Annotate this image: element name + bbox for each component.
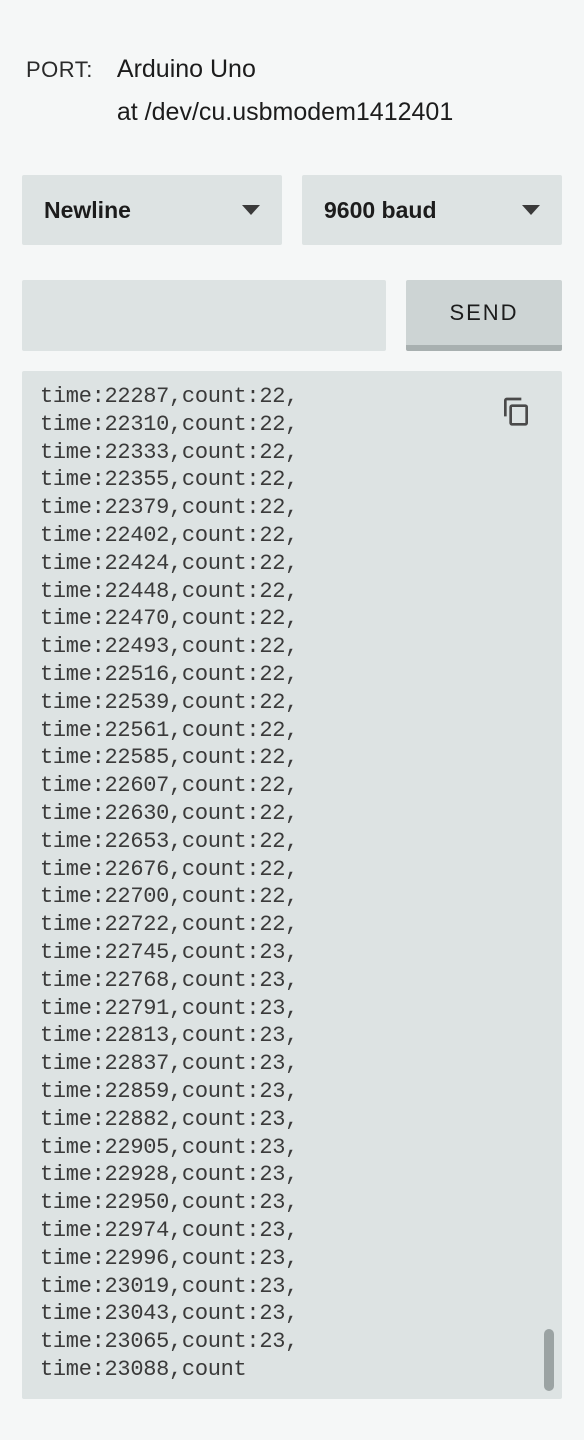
line-ending-dropdown[interactable]: Newline	[22, 175, 282, 245]
copy-button[interactable]	[500, 395, 532, 427]
port-label: PORT:	[26, 55, 93, 83]
controls-row: Newline 9600 baud	[22, 175, 562, 245]
serial-output-panel: time:22287,count:22, time:22310,count:22…	[22, 371, 562, 1399]
send-button[interactable]: SEND	[406, 280, 562, 351]
baud-rate-dropdown[interactable]: 9600 baud	[302, 175, 562, 245]
line-ending-label: Newline	[44, 197, 131, 224]
chevron-down-icon	[522, 205, 540, 215]
port-device: Arduino Uno	[117, 55, 453, 84]
copy-icon	[500, 395, 532, 427]
scrollbar-thumb[interactable]	[544, 1329, 554, 1391]
baud-rate-label: 9600 baud	[324, 197, 437, 224]
port-info: Arduino Uno at /dev/cu.usbmodem1412401	[117, 55, 453, 127]
port-path: at /dev/cu.usbmodem1412401	[117, 98, 453, 127]
input-row: SEND	[22, 280, 562, 351]
chevron-down-icon	[242, 205, 260, 215]
port-section: PORT: Arduino Uno at /dev/cu.usbmodem141…	[22, 55, 562, 127]
serial-output-text: time:22287,count:22, time:22310,count:22…	[40, 383, 544, 1384]
serial-input[interactable]	[22, 280, 386, 351]
